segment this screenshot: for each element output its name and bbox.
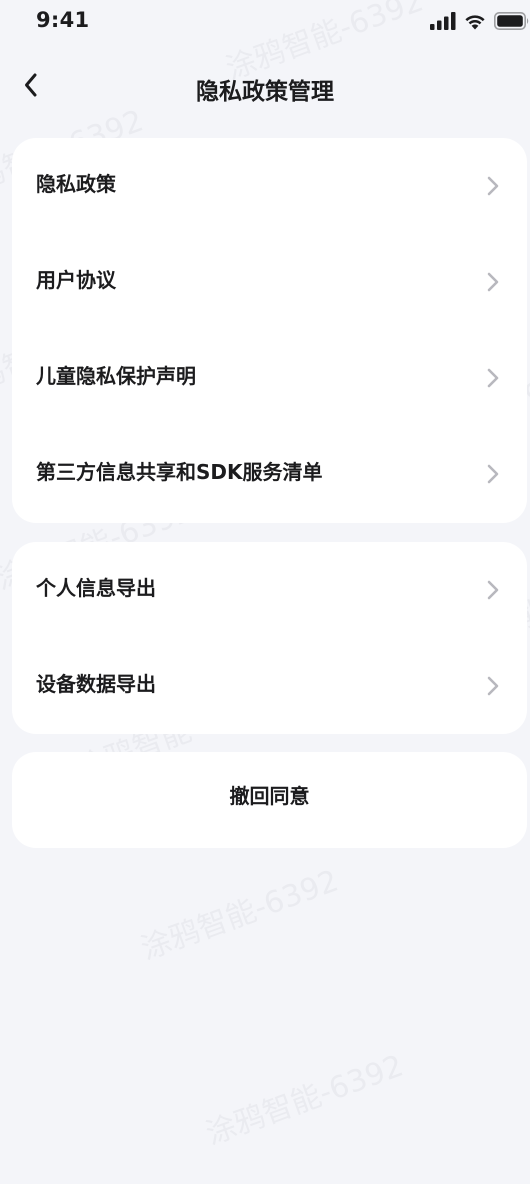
list-item-label: 个人信息导出 xyxy=(36,576,156,600)
list-item-third-party-sdk[interactable]: 第三方信息共享和SDK服务清单 xyxy=(12,426,527,522)
chevron-right-icon xyxy=(485,175,501,197)
header: 隐私政策管理 xyxy=(0,60,530,116)
chevron-right-icon xyxy=(485,367,501,389)
list-item-children-privacy[interactable]: 儿童隐私保护声明 xyxy=(12,330,527,426)
watermark: 涂鸦智能-6392 xyxy=(136,863,344,968)
list-item-device-data-export[interactable]: 设备数据导出 xyxy=(12,638,527,734)
list-item-label: 用户协议 xyxy=(36,268,116,292)
revoke-consent-button[interactable]: 撤回同意 xyxy=(12,752,527,848)
revoke-consent-label: 撤回同意 xyxy=(229,784,310,808)
status-time: 9:41 xyxy=(36,8,90,32)
chevron-right-icon xyxy=(485,463,501,485)
status-icons xyxy=(430,12,530,34)
policy-list-card: 隐私政策 用户协议 儿童隐私保护声明 第三方信息共享和SDK服务清单 xyxy=(12,138,527,523)
status-bar: 9:41 xyxy=(0,0,530,44)
list-item-label: 儿童隐私保护声明 xyxy=(36,364,196,388)
list-item-label: 第三方信息共享和SDK服务清单 xyxy=(36,460,323,484)
watermark: 涂鸦智能-6392 xyxy=(201,1048,409,1153)
chevron-right-icon xyxy=(485,579,501,601)
page-title: 隐私政策管理 xyxy=(196,79,334,105)
list-item-personal-info-export[interactable]: 个人信息导出 xyxy=(12,542,527,638)
cellular-signal-icon xyxy=(430,12,456,34)
data-export-card: 个人信息导出 设备数据导出 xyxy=(12,542,527,734)
list-item-user-agreement[interactable]: 用户协议 xyxy=(12,234,527,330)
chevron-right-icon xyxy=(485,271,501,293)
list-item-label: 设备数据导出 xyxy=(36,672,156,696)
wifi-icon xyxy=(464,13,486,34)
chevron-right-icon xyxy=(485,675,501,697)
list-item-label: 隐私政策 xyxy=(36,172,116,196)
list-item-privacy-policy[interactable]: 隐私政策 xyxy=(12,138,527,234)
battery-icon xyxy=(494,12,530,34)
